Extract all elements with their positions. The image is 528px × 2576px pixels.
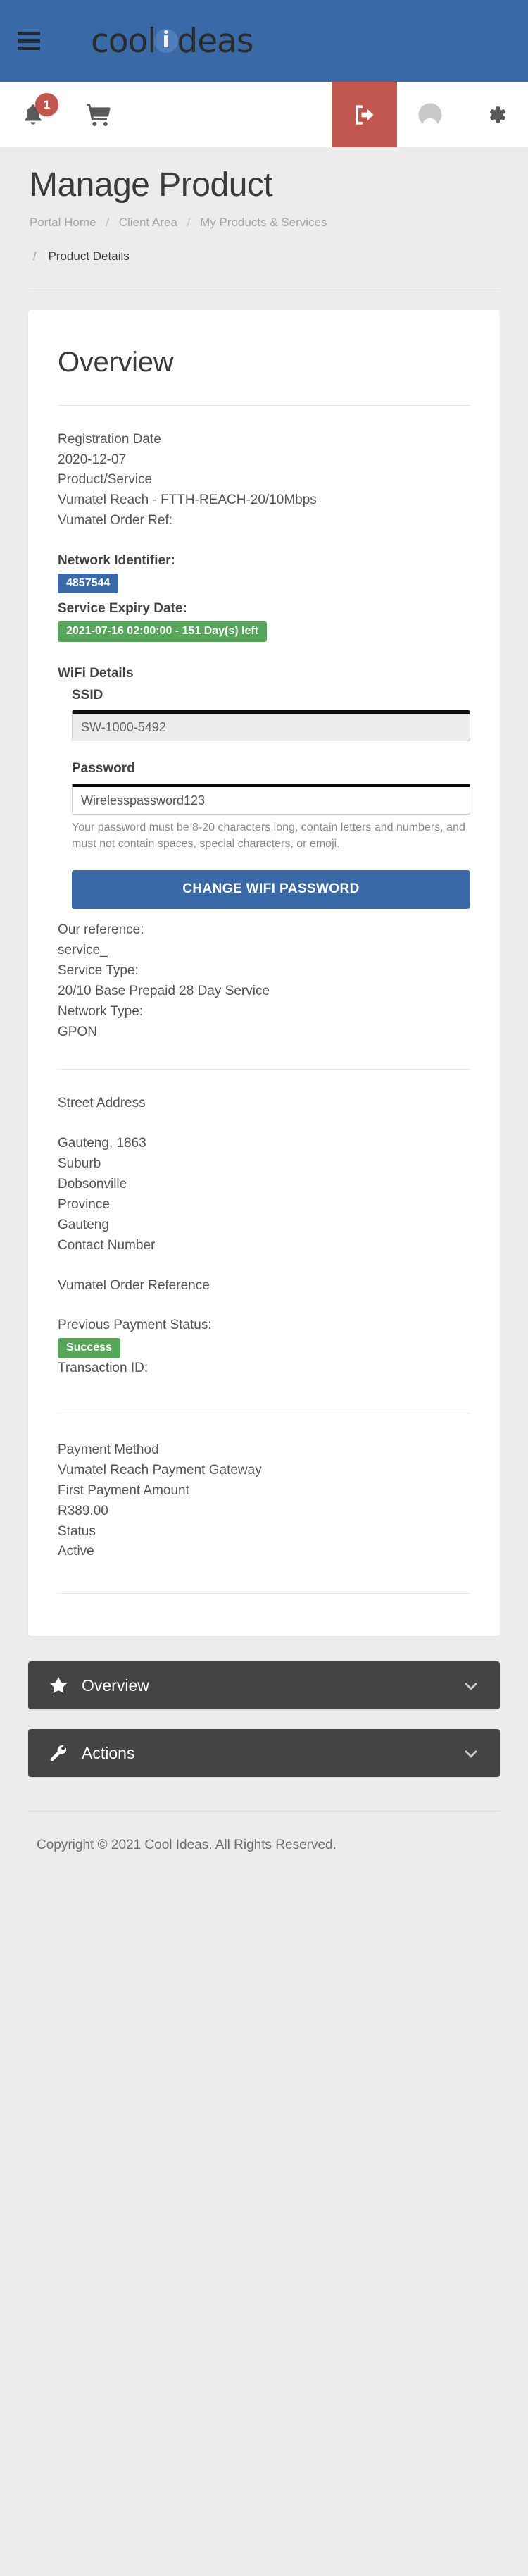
status-value: Active	[58, 1544, 94, 1559]
iconbar-spacer	[131, 82, 332, 147]
product-service-label: Product/Service	[58, 472, 153, 488]
hamburger-icon[interactable]	[18, 32, 40, 50]
cart-button[interactable]	[65, 82, 131, 147]
first-payment-amount-value: R389.00	[58, 1503, 108, 1518]
utility-icon-bar: 1	[0, 82, 528, 147]
accordion-actions-label: Actions	[82, 1743, 135, 1762]
transaction-id-label: Transaction ID:	[58, 1361, 149, 1376]
gear-icon	[489, 106, 505, 123]
hamburger-bar	[18, 47, 40, 50]
overview-card: Overview Registration Date 2020-12-07 Pr…	[28, 309, 500, 1637]
payment-method-label: Payment Method	[58, 1442, 159, 1458]
breadcrumb-current: Product Details	[48, 249, 130, 263]
breadcrumb-client-area[interactable]: Client Area	[119, 216, 177, 229]
change-wifi-password-button[interactable]: CHANGE WIFI PASSWORD	[72, 870, 470, 910]
service-type-value: 20/10 Base Prepaid 28 Day Service	[58, 983, 270, 998]
user-icon	[418, 103, 441, 124]
previous-payment-status-label: Previous Payment Status:	[58, 1318, 212, 1333]
breadcrumb-separator: /	[106, 215, 109, 229]
brand-text-cool: cool	[91, 21, 156, 61]
top-navigation-bar: cool deas	[0, 0, 528, 82]
notifications-button[interactable]: 1	[0, 82, 65, 147]
suburb-label: Suburb	[58, 1156, 101, 1172]
copyright-text: Copyright © 2021 Cool Ideas. All Rights …	[37, 1838, 337, 1853]
contact-number-label: Contact Number	[58, 1237, 156, 1253]
payment-method-value: Vumatel Reach Payment Gateway	[58, 1462, 262, 1478]
chevron-down-icon[interactable]	[462, 1744, 480, 1762]
service-type-label: Service Type:	[58, 962, 139, 978]
notification-badge: 1	[35, 93, 58, 116]
ssid-label: SSID	[72, 687, 103, 702]
password-help-text: Your password must be 8-20 characters lo…	[72, 821, 465, 850]
star-icon	[48, 1675, 72, 1696]
card-bottom-divider	[58, 1593, 470, 1594]
brand-i-icon	[154, 29, 179, 53]
overview-heading: Overview	[58, 346, 174, 378]
content-wrapper: Overview Registration Date 2020-12-07 Pr…	[0, 309, 528, 1778]
password-input[interactable]	[72, 783, 470, 815]
breadcrumb-separator: /	[187, 215, 191, 229]
registration-date-label: Registration Date	[58, 431, 161, 447]
registration-date-value: 2020-12-07	[58, 452, 127, 467]
network-type-value: GPON	[58, 1024, 97, 1039]
our-reference-label: Our reference:	[58, 922, 144, 938]
wrench-icon	[48, 1742, 72, 1764]
page-header: Manage Product Portal Home / Client Area…	[0, 147, 528, 290]
chevron-down-icon[interactable]	[462, 1676, 480, 1695]
hamburger-bar	[18, 32, 40, 35]
wifi-details-heading: WiFi Details	[58, 665, 134, 681]
vumatel-order-ref-label: Vumatel Order Ref:	[58, 513, 172, 528]
breadcrumb-portal-home[interactable]: Portal Home	[30, 216, 96, 229]
breadcrumb-my-products-services[interactable]: My Products & Services	[200, 216, 327, 229]
first-payment-amount-label: First Payment Amount	[58, 1482, 189, 1498]
brand-logo[interactable]: cool deas	[91, 25, 253, 58]
logout-icon	[355, 104, 374, 125]
account-button[interactable]	[397, 82, 463, 147]
address-divider	[58, 1069, 470, 1070]
our-reference-value: service_	[58, 943, 108, 958]
settings-button[interactable]	[463, 82, 528, 147]
brand-text-deas: deas	[177, 21, 253, 61]
accordion-overview-label: Overview	[82, 1676, 149, 1695]
address-line-1: Gauteng, 1863	[58, 1136, 146, 1151]
vumatel-order-reference-label: Vumatel Order Reference	[58, 1277, 210, 1293]
ssid-input[interactable]	[72, 710, 470, 741]
hamburger-bar	[18, 39, 40, 43]
accordion-overview[interactable]: Overview	[28, 1661, 500, 1710]
network-identifier-badge: 4857544	[58, 573, 119, 594]
page-footer: Copyright © 2021 Cool Ideas. All Rights …	[0, 1811, 528, 1881]
cart-icon	[86, 103, 111, 126]
suburb-value: Dobsonville	[58, 1177, 127, 1192]
password-label: Password	[72, 760, 135, 776]
network-type-label: Network Type:	[58, 1003, 144, 1019]
service-expiry-label: Service Expiry Date:	[58, 601, 187, 617]
payment-status-badge: Success	[58, 1338, 120, 1359]
network-identifier-label: Network Identifier:	[58, 553, 175, 568]
breadcrumb-second-row: / Product Details	[30, 244, 500, 268]
logout-button[interactable]	[332, 82, 397, 147]
breadcrumb-separator: /	[33, 249, 37, 263]
status-label: Status	[58, 1523, 96, 1539]
breadcrumb: Portal Home / Client Area / My Products …	[30, 211, 500, 268]
overview-divider	[58, 404, 470, 406]
province-value: Gauteng	[58, 1217, 109, 1232]
service-expiry-badge: 2021-07-16 02:00:00 - 151 Day(s) left	[58, 621, 268, 642]
product-service-value: Vumatel Reach - FTTH-REACH-20/10Mbps	[58, 493, 317, 508]
accordion-actions[interactable]: Actions	[28, 1729, 500, 1778]
page-title: Manage Product	[30, 166, 273, 204]
street-address-label: Street Address	[58, 1096, 146, 1111]
wifi-fields: SSID Password Your password must be 8-20…	[58, 687, 470, 910]
province-label: Province	[58, 1196, 110, 1212]
